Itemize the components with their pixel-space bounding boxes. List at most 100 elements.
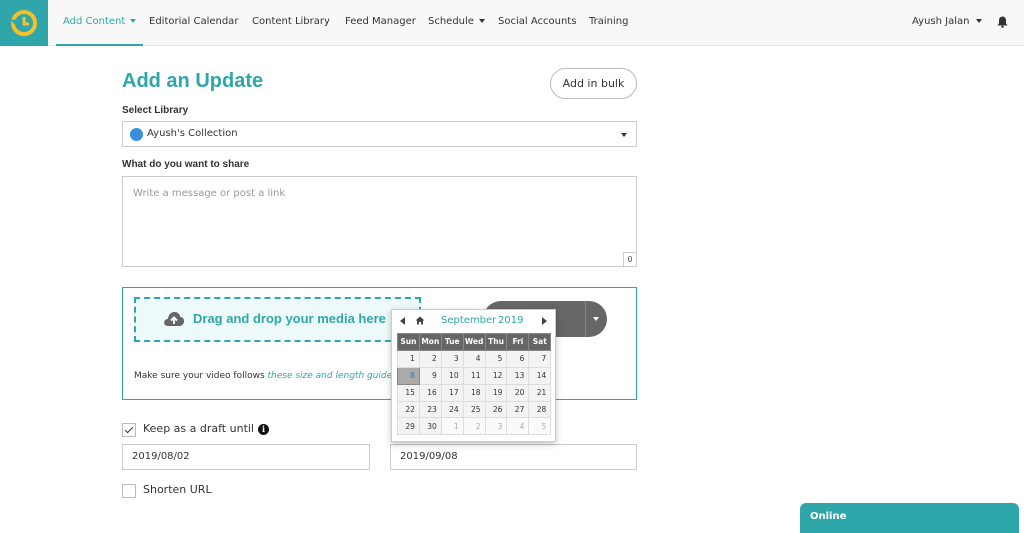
nav-add-content-label: Add Content [63, 16, 126, 27]
calendar-day[interactable]: 25 [462, 400, 486, 419]
calendar-day[interactable]: 28 [528, 400, 552, 419]
chat-status-bar[interactable]: Online [800, 503, 1019, 533]
calendar-day[interactable]: 17 [440, 383, 464, 402]
share-label: What do you want to share [122, 159, 250, 170]
check-icon [124, 424, 134, 434]
nav-editorial-calendar[interactable]: Editorial Calendar [149, 0, 238, 46]
select-library-label: Select Library [122, 105, 189, 116]
calendar-day[interactable]: 19 [484, 383, 508, 402]
top-navbar: Add Content Editorial Calendar Content L… [0, 0, 1024, 46]
weekday-header: Tue [440, 333, 464, 351]
calendar-day[interactable]: 20 [506, 383, 530, 402]
calendar-day[interactable]: 2 [462, 417, 486, 436]
draft-date-input[interactable]: 2019/08/02 [122, 444, 370, 470]
calendar-day[interactable]: 24 [440, 400, 464, 419]
video-guidelines-hint: Make sure your video follows these size … [134, 371, 403, 381]
calendar-day[interactable]: 26 [484, 400, 508, 419]
calendar-day[interactable]: 11 [462, 366, 486, 385]
draft-checkbox[interactable] [122, 423, 136, 437]
calendar-day[interactable]: 12 [484, 366, 508, 385]
calendar-week-row: 1234567 [397, 349, 552, 368]
calendar-day[interactable]: 2 [418, 349, 442, 368]
calendar-day[interactable]: 7 [528, 349, 552, 368]
shorten-url-checkbox[interactable] [122, 484, 136, 498]
library-select-value: Ayush's Collection [147, 128, 238, 139]
picker-year[interactable]: 2019 [498, 315, 523, 326]
prev-month-icon[interactable] [400, 317, 405, 325]
calendar-day[interactable]: 13 [506, 366, 530, 385]
nav-training[interactable]: Training [589, 0, 628, 46]
message-input[interactable]: Write a message or post a link 0 [122, 176, 637, 267]
calendar-day[interactable]: 3 [440, 349, 464, 368]
hint-text: Make sure your video follows [134, 371, 268, 381]
calendar-week-row: 29 30 1 2 3 4 5 [397, 417, 552, 436]
calendar-day[interactable]: 10 [440, 366, 464, 385]
nav-schedule-label: Schedule [428, 16, 474, 27]
date-picker-header: September 2019 [392, 310, 557, 332]
weekday-header: Wed [462, 333, 486, 351]
info-icon[interactable]: i [258, 423, 269, 435]
nav-content-library[interactable]: Content Library [252, 0, 330, 46]
calendar-week-row: 8 9 10 11 12 13 14 [397, 366, 552, 385]
date-picker: September 2019 Sun Mon Tue Wed Thu Fri Sat 123… [391, 309, 556, 442]
draft-label: Keep as a draft until i [143, 422, 269, 435]
calendar-day[interactable]: 22 [397, 400, 420, 419]
calendar-day[interactable]: 1 [440, 417, 464, 436]
weekday-header: Fri [506, 333, 530, 351]
calendar-day[interactable]: 16 [418, 383, 442, 402]
nav-feed-manager[interactable]: Feed Manager [345, 0, 416, 46]
picker-month[interactable]: September [441, 315, 496, 326]
next-month-icon[interactable] [542, 317, 547, 325]
calendar-day[interactable]: 8 [397, 366, 420, 385]
bell-icon[interactable] [997, 16, 1008, 28]
clock-logo-icon [10, 10, 37, 36]
app-logo[interactable] [0, 0, 48, 46]
media-dropzone[interactable]: Drag and drop your media here [134, 297, 421, 342]
calendar-day[interactable]: 4 [462, 349, 486, 368]
add-in-bulk-button[interactable]: Add in bulk [550, 68, 637, 99]
chevron-down-icon [976, 19, 983, 23]
calendar-day[interactable]: 9 [418, 366, 442, 385]
calendar-day[interactable]: 30 [418, 417, 442, 436]
calendar-day[interactable]: 4 [506, 417, 530, 436]
calendar-day[interactable]: 15 [397, 383, 420, 402]
weekday-header: Sun [397, 333, 420, 351]
weekday-header: Mon [418, 333, 442, 351]
char-counter: 0 [623, 252, 636, 266]
button-divider [585, 301, 586, 337]
media-upload-box: Drag and drop your media here dia Make s… [122, 287, 637, 400]
calendar-day[interactable]: 1 [397, 349, 420, 368]
calendar-day[interactable]: 27 [506, 400, 530, 419]
library-color-dot [130, 128, 143, 141]
message-placeholder: Write a message or post a link [133, 188, 286, 199]
nav-add-content[interactable]: Add Content [56, 0, 144, 46]
calendar-day[interactable]: 21 [528, 383, 552, 402]
page-title: Add an Update [122, 70, 264, 92]
calendar-day[interactable]: 18 [462, 383, 486, 402]
calendar-grid: Sun Mon Tue Wed Thu Fri Sat 1 2 3 4 5 6 7 8 9 10 11 12 13 1… [397, 333, 552, 436]
user-name: Ayush Jalan [912, 16, 970, 27]
dropzone-text: Drag and drop your media here [193, 311, 386, 326]
calendar-day[interactable]: 23 [418, 400, 442, 419]
calendar-day[interactable]: 3 [484, 417, 508, 436]
guidelines-link[interactable]: these size and length guidelin [268, 371, 403, 381]
calendar-week-row: 15 16 17 18 19 20 21 [397, 383, 552, 402]
calendar-day[interactable]: 14 [528, 366, 552, 385]
calendar-day[interactable]: 29 [397, 417, 420, 436]
chevron-down-icon [478, 19, 485, 23]
home-icon[interactable] [415, 316, 425, 325]
nav-schedule[interactable]: Schedule [428, 0, 485, 46]
draft-label-text: Keep as a draft until [143, 422, 254, 435]
user-menu[interactable]: Ayush Jalan [912, 0, 983, 46]
weekday-header: Sat [528, 333, 552, 351]
cloud-upload-icon [164, 312, 185, 326]
library-select[interactable]: Ayush's Collection [122, 121, 637, 147]
schedule-date-input[interactable]: 2019/09/08 [390, 444, 637, 470]
chevron-down-icon [130, 19, 137, 23]
calendar-day[interactable]: 6 [506, 349, 530, 368]
calendar-day[interactable]: 5 [484, 349, 508, 368]
calendar-week-row: 22 23 24 25 26 27 28 [397, 400, 552, 419]
nav-social-accounts[interactable]: Social Accounts [498, 0, 576, 46]
chevron-down-icon[interactable] [593, 317, 599, 321]
calendar-day[interactable]: 5 [528, 417, 552, 436]
